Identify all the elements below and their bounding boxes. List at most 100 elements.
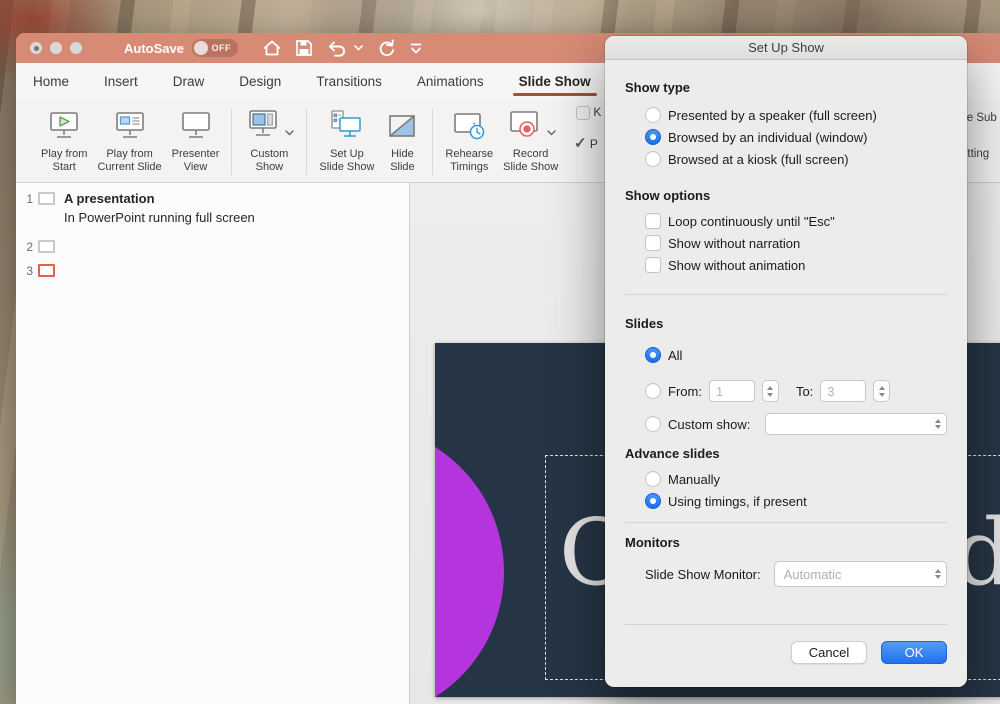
from-label: From:	[668, 384, 702, 399]
checkbox-loop-continuously[interactable]	[645, 213, 661, 229]
from-slide-input[interactable]	[709, 380, 755, 402]
section-divider	[625, 522, 947, 523]
partial-checkbox-label: K	[593, 105, 601, 119]
outline-slide-thumb-selected	[38, 264, 55, 277]
tab-animations[interactable]: Animations	[415, 65, 486, 98]
select-chevrons-icon	[935, 419, 941, 430]
redo-icon[interactable]	[376, 39, 396, 58]
from-slide-stepper[interactable]	[762, 380, 779, 402]
set-up-slide-show-button[interactable]: Set Up Slide Show	[314, 107, 379, 174]
play-from-current-slide-button[interactable]: Play from Current Slide	[92, 107, 166, 174]
tab-design[interactable]: Design	[237, 65, 283, 98]
ribbon-separator	[432, 109, 433, 175]
radio-row-browsed-at-kiosk: Browsed at a kiosk (full screen)	[645, 148, 947, 170]
outline-slide-number: 2	[24, 239, 33, 254]
to-slide-input[interactable]	[820, 380, 866, 402]
monitors-header: Monitors	[625, 535, 947, 551]
show-type-header: Show type	[625, 80, 947, 96]
keep-slides-updated-checkbox[interactable]: K	[576, 105, 601, 120]
autosave-label: AutoSave	[124, 41, 184, 56]
ribbon-button-label: Play from Start	[41, 148, 87, 174]
ribbon-separator	[231, 109, 232, 175]
radio-label: Presented by a speaker (full screen)	[668, 108, 877, 123]
radio-presented-by-speaker[interactable]	[645, 107, 661, 123]
monitor-select-value: Automatic	[784, 567, 935, 582]
radio-all-slides-selected[interactable]	[645, 347, 661, 363]
tab-transitions[interactable]: Transitions	[314, 65, 384, 98]
undo-icon[interactable]	[326, 39, 348, 57]
hide-slide-button[interactable]: Hide Slide	[379, 107, 425, 174]
radio-browsed-by-individual-selected[interactable]	[645, 129, 661, 145]
outline-slide-1[interactable]: 1 A presentation	[24, 191, 409, 206]
custom-show-label: Custom show:	[668, 417, 750, 432]
ribbon-button-label: Record Slide Show	[503, 148, 558, 174]
radio-using-timings-selected[interactable]	[645, 493, 661, 509]
radio-from-to-range[interactable]	[645, 383, 661, 399]
play-narrations-checkbox[interactable]: ✓ P	[574, 134, 598, 152]
radio-advance-manually[interactable]	[645, 471, 661, 487]
radio-custom-show[interactable]	[645, 416, 661, 432]
slide-show-monitor-label: Slide Show Monitor:	[645, 567, 761, 582]
outline-slide-number: 3	[24, 263, 33, 278]
save-icon[interactable]	[295, 39, 313, 57]
radio-row-all-slides: All	[645, 344, 947, 366]
undo-menu-chevron-icon[interactable]	[354, 45, 363, 51]
to-label: To:	[796, 384, 813, 399]
radio-browsed-at-kiosk[interactable]	[645, 151, 661, 167]
play-from-start-icon	[45, 107, 83, 145]
tab-home[interactable]: Home	[31, 65, 71, 98]
dialog-titlebar[interactable]: Set Up Show	[605, 36, 967, 60]
show-options-header: Show options	[625, 188, 947, 204]
autosave-toggle-knob	[194, 41, 208, 55]
autosave-toggle[interactable]: OFF	[192, 39, 238, 57]
slide-show-monitor-select[interactable]: Automatic	[774, 561, 947, 587]
zoom-button[interactable]	[70, 42, 82, 54]
outline-slide-number: 1	[24, 191, 33, 206]
ribbon-button-label: Rehearse Timings	[445, 148, 493, 174]
ribbon-button-label: Play from Current Slide	[97, 148, 161, 174]
record-slide-show-button[interactable]: Record Slide Show	[498, 107, 563, 174]
radio-label: All	[668, 348, 682, 363]
radio-row-browsed-by-individual: Browsed by an individual (window)	[645, 126, 947, 148]
slide-purple-circle-shape[interactable]	[435, 424, 504, 697]
slides-header: Slides	[625, 316, 947, 332]
section-divider	[625, 294, 947, 295]
checkbox-row-without-animation: Show without animation	[645, 254, 947, 276]
ok-button[interactable]: OK	[881, 641, 947, 664]
close-button[interactable]	[30, 42, 42, 54]
outline-slide-thumb	[38, 240, 55, 253]
toolbar-options-icon[interactable]	[409, 41, 423, 55]
minimize-button[interactable]	[50, 42, 62, 54]
custom-show-button[interactable]: Custom Show	[239, 107, 299, 174]
play-from-start-button[interactable]: Play from Start	[36, 107, 92, 174]
checkbox-label: Show without narration	[668, 236, 800, 251]
ribbon-button-label: Custom Show	[250, 148, 288, 174]
tab-draw[interactable]: Draw	[171, 65, 207, 98]
autosave-control: AutoSave OFF	[124, 39, 238, 57]
custom-show-select[interactable]	[765, 413, 947, 435]
presenter-view-button[interactable]: Presenter View	[167, 107, 225, 174]
cancel-button[interactable]: Cancel	[791, 641, 867, 664]
home-icon[interactable]	[262, 39, 282, 57]
outline-slide-3[interactable]: 3	[24, 263, 409, 278]
select-chevrons-icon	[935, 569, 941, 580]
record-slide-show-chevron-icon	[547, 123, 556, 129]
checkbox-icon	[576, 106, 590, 120]
rehearse-timings-button[interactable]: Rehearse Timings	[440, 107, 498, 174]
dialog-title: Set Up Show	[748, 40, 824, 55]
to-slide-stepper[interactable]	[873, 380, 890, 402]
checkbox-label: Show without animation	[668, 258, 805, 273]
radio-row-manually: Manually	[645, 468, 947, 490]
tab-slide-show[interactable]: Slide Show	[517, 65, 593, 98]
tab-insert[interactable]: Insert	[102, 65, 140, 98]
traffic-lights	[30, 42, 82, 54]
outline-slide-2[interactable]: 2	[24, 239, 409, 254]
ribbon-button-label: Presenter View	[172, 148, 220, 174]
set-up-show-dialog: Set Up Show Show type Presented by a spe…	[605, 36, 967, 687]
checkbox-row-without-narration: Show without narration	[645, 232, 947, 254]
checkbox-show-without-narration[interactable]	[645, 235, 661, 251]
monitor-row: Slide Show Monitor: Automatic	[645, 561, 947, 587]
section-divider	[625, 624, 947, 625]
checkbox-show-without-animation[interactable]	[645, 257, 661, 273]
radio-label: Browsed at a kiosk (full screen)	[668, 152, 849, 167]
